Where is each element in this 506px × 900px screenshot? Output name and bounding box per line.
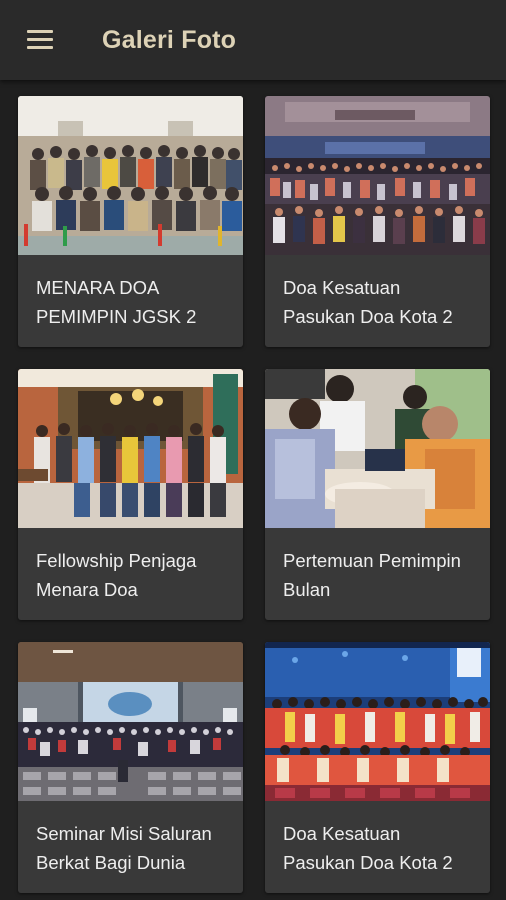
gallery-photo [265, 642, 490, 801]
gallery-card[interactable]: Doa Kesatuan Pasukan Doa Kota 2 [265, 642, 490, 893]
gallery-caption: Doa Kesatuan Pasukan Doa Kota 2 [283, 277, 453, 327]
gallery-photo [18, 642, 243, 801]
app-bar: Galeri Foto [0, 0, 506, 80]
gallery-card[interactable]: Seminar Misi Saluran Berkat Bagi Dunia [18, 642, 243, 893]
gallery-caption: Seminar Misi Saluran Berkat Bagi Dunia [36, 823, 212, 873]
gallery-caption: MENARA DOA PEMIMPIN JGSK 2 [36, 277, 197, 327]
gallery-photo [18, 369, 243, 528]
gallery-card[interactable]: Fellowship Penjaga Menara Doa [18, 369, 243, 620]
hamburger-menu-icon [27, 30, 53, 50]
gallery-caption: Fellowship Penjaga Menara Doa [36, 550, 197, 600]
gallery-caption: Pertemuan Pemimpin Bulan [283, 550, 461, 600]
gallery-caption: Doa Kesatuan Pasukan Doa Kota 2 [283, 823, 453, 873]
gallery-card[interactable]: Doa Kesatuan Pasukan Doa Kota 2 [265, 96, 490, 347]
photo-gallery-grid: MENARA DOA PEMIMPIN JGSK 2 Doa Kesatuan … [18, 96, 490, 893]
gallery-photo [265, 369, 490, 528]
gallery-photo [265, 96, 490, 255]
gallery-photo [18, 96, 243, 255]
gallery-card[interactable]: MENARA DOA PEMIMPIN JGSK 2 [18, 96, 243, 347]
gallery-card[interactable]: Pertemuan Pemimpin Bulan [265, 369, 490, 620]
menu-button[interactable] [0, 0, 80, 80]
page-title: Galeri Foto [102, 25, 237, 54]
